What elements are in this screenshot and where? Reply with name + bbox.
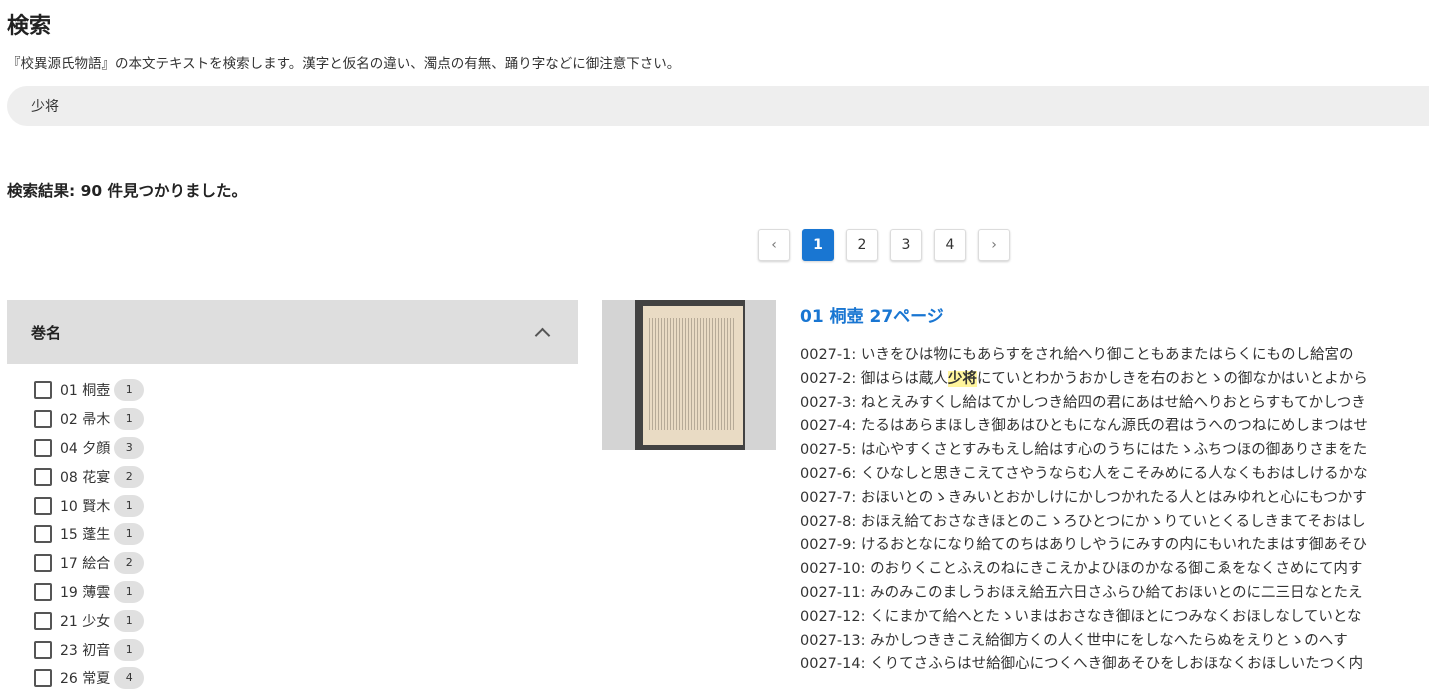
facet-item[interactable]: 15 蓬生 1 [34, 520, 578, 549]
page-button-2[interactable]: 2 [846, 229, 878, 261]
facet-checkbox[interactable] [34, 611, 52, 630]
result-line: 0027-13: みかしつききこえ給御方くの人く世中にをしなへたらぬをえりとゝの… [800, 630, 1429, 654]
page-button-3[interactable]: 3 [890, 229, 922, 261]
result-line: 0027-4: たるはあらまほしき御あはひともになん源氏の君はうへのつねにめしま… [800, 415, 1429, 439]
result-line: 0027-1: いきをひは物にもあらすをされ給へり御こともあまたはらくにものし給… [800, 344, 1429, 368]
facet-checkbox[interactable] [34, 381, 52, 400]
facet-count-badge: 1 [114, 523, 145, 546]
pagination: ‹ 1 2 3 4 › [758, 229, 1022, 261]
facet-item[interactable]: 08 花宴 2 [34, 462, 578, 491]
result-line: 0027-3: ねとえみすくし給はてかしつき給四の君にあはせ給へりおとらすもてか… [800, 392, 1429, 416]
search-hit-highlight: 少将 [947, 370, 977, 387]
result-line: 0027-6: くひなしと思きこえてさやうならむ人をこそみめにる人なくもおはしけ… [800, 463, 1429, 487]
facet-header[interactable]: 巻名 [7, 300, 578, 364]
facet-checkbox[interactable] [34, 640, 52, 659]
result-line: 0027-7: おほいとのゝきみいとおかしけにかしつかれたる人とはみゆれと心にも… [800, 487, 1429, 511]
facet-count-badge: 2 [114, 465, 145, 488]
facet-count-badge: 1 [114, 494, 145, 517]
facet-item-label: 01 桐壺 [60, 383, 111, 400]
facet-item-label: 26 常夏 [60, 671, 111, 688]
result-lines: 0027-1: いきをひは物にもあらすをされ給へり御こともあまたはらくにものし給… [800, 344, 1429, 677]
facet-item[interactable]: 21 少女 1 [34, 606, 578, 635]
facet-item-label: 23 初音 [60, 642, 111, 659]
result-count: 検索結果: 90 件見つかりました。 [7, 182, 248, 200]
result-line-text: 0027-1: いきをひは物にもあらすをされ給へり御こともあまたはらくにものし給… [800, 347, 1354, 363]
result-line-text: 0027-12: くにまかて給へとたゝいまはおさなき御ほとにつみなくおほしなして… [800, 608, 1362, 625]
facet-item[interactable]: 26 常夏 4 [34, 664, 578, 693]
page-title: 検索 [7, 14, 52, 39]
chevron-right-icon: › [991, 237, 997, 253]
facet-item[interactable]: 23 初音 1 [34, 635, 578, 664]
result-line-text-after: にていとわかうおかしきを右のおとゝの御なかはいとよから [976, 370, 1368, 387]
facet-count-badge: 1 [114, 580, 145, 603]
facet-title: 巻名 [31, 323, 62, 342]
facet-count-badge: 2 [114, 552, 145, 575]
result-line: 0027-12: くにまかて給へとたゝいまはおさなき御ほとにつみなくおほしなして… [800, 606, 1429, 630]
result-line: 0027-11: みのみこのましうおほえ給五六日さふらひ給ておほいとのに二三日な… [800, 582, 1429, 606]
result-line-text: 0027-5: は心やすくさとすみもえし給はす心のうちにはたゝふちつほの御ありさ… [800, 442, 1368, 459]
result-line-text: 0027-2: 御はらは蔵人 [800, 370, 948, 387]
facet-count-badge: 1 [114, 638, 145, 661]
facet-item-label: 02 帚木 [60, 412, 111, 429]
result-line: 0027-5: は心やすくさとすみもえし給はす心のうちにはたゝふちつほの御ありさ… [800, 439, 1429, 463]
result-line-text: 0027-11: みのみこのましうおほえ給五六日さふらひ給ておほいとのに二三日な… [800, 584, 1363, 601]
result-line-text: 0027-6: くひなしと思きこえてさやうならむ人をこそみめにる人なくもおはしけ… [800, 465, 1368, 482]
facet-item-label: 08 花宴 [60, 469, 111, 486]
facet-checkbox[interactable] [34, 467, 52, 486]
facet-count-badge: 1 [114, 379, 145, 402]
facet-checkbox[interactable] [34, 582, 52, 601]
facet-item-label: 04 夕顔 [60, 440, 111, 457]
facet-item-label: 10 賢木 [60, 498, 111, 515]
result-line-text: 0027-14: くりてさふらはせ給御心につくへき御あそひをしおほなくおほしいた… [800, 656, 1364, 673]
facet-count-badge: 1 [114, 408, 145, 431]
facet-count-badge: 4 [114, 667, 145, 690]
facet-item-label: 21 少女 [60, 613, 111, 630]
facet-item[interactable]: 01 桐壺 1 [34, 376, 578, 405]
result-line-text: 0027-3: ねとえみすくし給はてかしつき給四の君にあはせ給へりおとらすもてか… [800, 394, 1366, 411]
next-page-button[interactable]: › [978, 229, 1010, 261]
facet-count-badge: 3 [114, 436, 145, 459]
facet-item[interactable]: 10 賢木 1 [34, 491, 578, 520]
result-line-text: 0027-9: けるおとなになり給てのちはありしやうにみすの内にもいれたまはす御… [800, 537, 1368, 554]
facet-checkbox[interactable] [34, 554, 52, 573]
chevron-left-icon: ‹ [771, 237, 777, 253]
result-line-text: 0027-8: おほえ給ておさなきほとのこゝろひとつにかゝりていとくるしきまてそ… [800, 513, 1366, 530]
page-text-block [649, 318, 735, 430]
page-button-4[interactable]: 4 [934, 229, 966, 261]
chevron-up-icon[interactable] [534, 327, 551, 343]
facet-item-label: 15 蓬生 [60, 527, 111, 544]
facet-checkbox[interactable] [34, 525, 52, 544]
volume-facet: 巻名 01 桐壺 1 02 帚木 1 04 夕顔 3 08 花宴 2 10 賢木 1 15 蓬生 1 1… [7, 300, 578, 693]
result-line: 0027-8: おほえ給ておさなきほとのこゝろひとつにかゝりていとくるしきまてそ… [800, 511, 1429, 535]
facet-item-label: 19 薄雲 [60, 584, 111, 601]
prev-page-button[interactable]: ‹ [758, 229, 790, 261]
facet-item[interactable]: 17 絵合 2 [34, 549, 578, 578]
result-line-text: 0027-13: みかしつききこえ給御方くの人く世中にをしなへたらぬをえりとゝの… [800, 632, 1348, 649]
result-title-link[interactable]: 01 桐壺 27ページ [800, 302, 944, 327]
result-line: 0027-9: けるおとなになり給てのちはありしやうにみすの内にもいれたまはす御… [800, 534, 1429, 558]
facet-checkbox[interactable] [34, 410, 52, 429]
search-input[interactable] [7, 86, 1429, 126]
page-thumbnail[interactable] [602, 300, 776, 450]
result-line-text: 0027-10: のおりくことふえのねにきこえかよひほのかなる御こゑをなくさめに… [800, 561, 1363, 578]
result-line-text: 0027-4: たるはあらまほしき御あはひともになん源氏の君はうへのつねにめしま… [800, 418, 1368, 435]
result-line: 0027-2: 御はらは蔵人少将にていとわかうおかしきを右のおとゝの御なかはいと… [800, 368, 1429, 392]
page-button-1[interactable]: 1 [802, 229, 834, 261]
facet-item[interactable]: 19 薄雲 1 [34, 578, 578, 607]
facet-count-badge: 1 [114, 609, 145, 632]
facet-checkbox[interactable] [34, 438, 52, 457]
facet-item-label: 17 絵合 [60, 556, 111, 573]
facet-checkbox[interactable] [34, 496, 52, 515]
facet-list: 01 桐壺 1 02 帚木 1 04 夕顔 3 08 花宴 2 10 賢木 1 15 蓬生 1 17 絵… [7, 364, 578, 693]
facet-checkbox[interactable] [34, 669, 52, 688]
result-line: 0027-10: のおりくことふえのねにきこえかよひほのかなる御こゑをなくさめに… [800, 558, 1429, 582]
result-line: 0027-14: くりてさふらはせ給御心につくへき御あそひをしおほなくおほしいた… [800, 653, 1429, 677]
facet-item[interactable]: 04 夕顔 3 [34, 434, 578, 463]
facet-item[interactable]: 02 帚木 1 [34, 405, 578, 434]
result-line-text: 0027-7: おほいとのゝきみいとおかしけにかしつかれたる人とはみゆれと心にも… [800, 489, 1367, 506]
page-description: 『校異源氏物語』の本文テキストを検索します。漢字と仮名の違い、濁点の有無、踊り字… [7, 56, 681, 72]
